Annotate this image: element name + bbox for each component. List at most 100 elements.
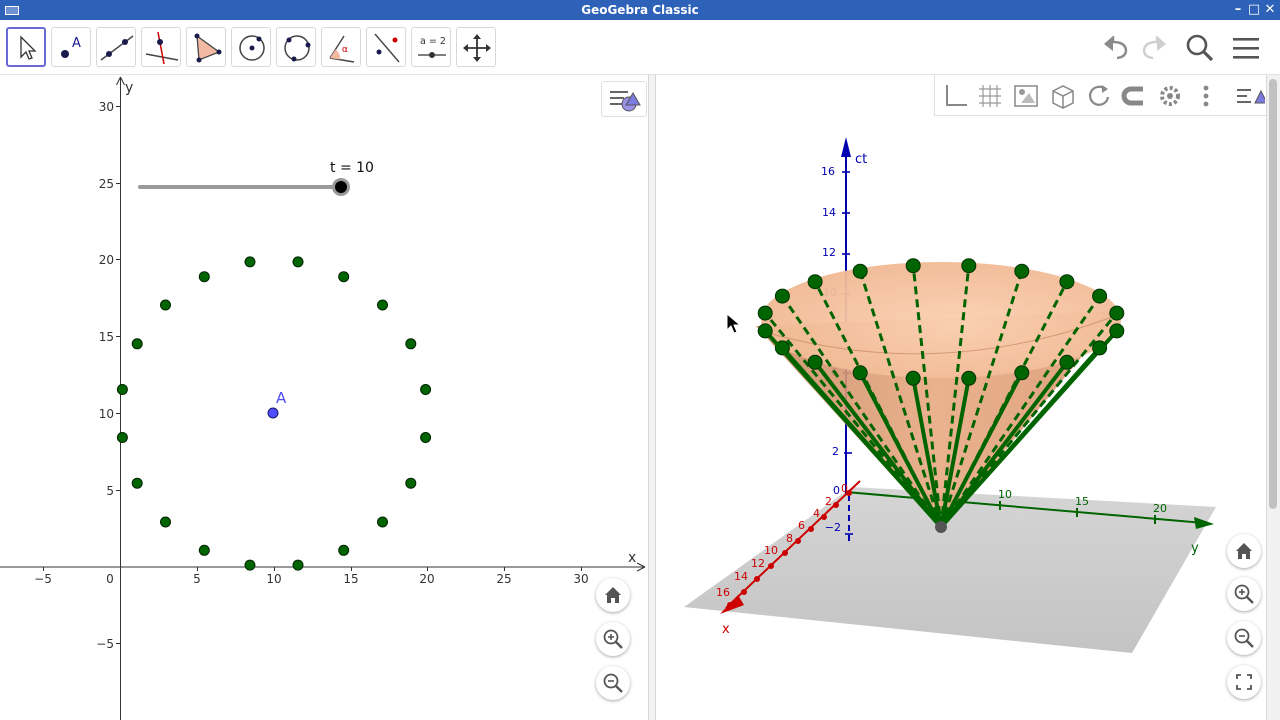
cone-rim-point[interactable]: [807, 354, 823, 370]
home-icon: [1236, 543, 1252, 559]
circle-point[interactable]: [405, 338, 417, 350]
circle-point[interactable]: [131, 477, 143, 489]
move-tool-icon: [20, 35, 37, 60]
cone-rim-point[interactable]: [1092, 340, 1108, 356]
cone-rim-point[interactable]: [1109, 323, 1125, 339]
circle-point[interactable]: [160, 516, 171, 528]
x-tick-label: −5: [34, 572, 52, 586]
scrollbar-thumb[interactable]: [1269, 79, 1277, 509]
cone-rim-point[interactable]: [905, 370, 921, 386]
style-bar-toggle-icon[interactable]: [1235, 81, 1265, 111]
circle-point[interactable]: [377, 516, 388, 528]
style-bar-toggle-2d[interactable]: [601, 81, 647, 117]
tool-line[interactable]: [96, 27, 136, 67]
fullscreen-button-3d[interactable]: [1227, 665, 1261, 699]
cone-apex-point[interactable]: [935, 521, 947, 533]
zoom-in-button-3d[interactable]: [1227, 577, 1261, 611]
circle-point[interactable]: [338, 271, 350, 283]
tool-circle-three-points[interactable]: [276, 27, 316, 67]
tool-polygon[interactable]: [186, 27, 226, 67]
vertical-scrollbar[interactable]: [1266, 75, 1280, 720]
tool-point[interactable]: A: [51, 27, 91, 67]
cone-rim-point[interactable]: [961, 258, 977, 274]
main-menu-button[interactable]: [1230, 31, 1264, 65]
circle-point[interactable]: [377, 299, 388, 311]
zoom-out-button-3d[interactable]: [1227, 621, 1261, 655]
maximize-button[interactable]: □: [1246, 1, 1262, 19]
home-button-3d[interactable]: [1227, 534, 1261, 568]
cone-rim-point[interactable]: [807, 274, 823, 290]
circle-point[interactable]: [198, 544, 210, 556]
undo-button[interactable]: [1099, 31, 1133, 65]
rotate-view-icon[interactable]: [1083, 81, 1113, 111]
x-axis-3d-label: x: [722, 622, 730, 637]
cone-rim-point[interactable]: [961, 370, 977, 386]
graphics-view-2d[interactable]: x y −5 0 5 10 15 20 25 30 30 25 20 15 10…: [0, 75, 650, 720]
zoom-out-button-2d[interactable]: [596, 666, 630, 700]
circle-point[interactable]: [338, 544, 350, 556]
circle-point[interactable]: [292, 559, 304, 571]
point-tool-icon: A: [61, 36, 81, 58]
circle-point[interactable]: [160, 299, 171, 311]
cone-rim-point[interactable]: [757, 323, 773, 339]
graphics-3d-canvas[interactable]: ct 16 14 12 10 8 6 2 0 −2 y 10 15 20: [656, 75, 1266, 720]
tool-slider[interactable]: a = 2: [411, 27, 451, 67]
circle-point[interactable]: [405, 477, 417, 489]
cone-rim-point[interactable]: [1059, 274, 1075, 290]
cone-rim-point[interactable]: [774, 288, 790, 304]
y-tick-label: 20: [99, 253, 114, 267]
home-button-2d[interactable]: [596, 578, 630, 612]
tool-move[interactable]: [6, 27, 46, 67]
circle-point[interactable]: [292, 256, 304, 268]
slider-label: t = 10: [330, 160, 374, 176]
cone-rim-point[interactable]: [1059, 354, 1075, 370]
axes-toggle-icon[interactable]: [939, 81, 969, 111]
main-toolbar: A α a = 2: [0, 20, 1280, 75]
graphics-view-3d[interactable]: ct 16 14 12 10 8 6 2 0 −2 y 10 15 20: [656, 75, 1266, 720]
circle-point[interactable]: [244, 559, 256, 571]
circle-point[interactable]: [244, 256, 256, 268]
cone-rim-point[interactable]: [852, 365, 868, 381]
zoom-in-button-2d[interactable]: [596, 622, 630, 656]
tool-move-graphics[interactable]: [456, 27, 496, 67]
circle-point[interactable]: [116, 384, 128, 395]
tool-angle[interactable]: α: [321, 27, 361, 67]
point-a[interactable]: [267, 407, 279, 419]
cone-rim-point[interactable]: [1014, 365, 1030, 381]
redo-button[interactable]: [1137, 31, 1171, 65]
circle-point[interactable]: [420, 432, 432, 443]
line-tool-icon: [100, 35, 134, 61]
tool-circle-center[interactable]: [231, 27, 271, 67]
slider-t[interactable]: t = 10: [138, 160, 374, 196]
cone-rim-point[interactable]: [1109, 305, 1125, 321]
cone-rim-point[interactable]: [905, 258, 921, 274]
search-button[interactable]: [1182, 31, 1216, 65]
tool-reflect[interactable]: [366, 27, 406, 67]
cone-rim-point[interactable]: [757, 305, 773, 321]
graphics-canvas[interactable]: x y −5 0 5 10 15 20 25 30 30 25 20 15 10…: [0, 75, 650, 720]
circle-point[interactable]: [116, 432, 128, 443]
x-tick-marks: [43, 567, 582, 571]
cone-rim-point[interactable]: [1014, 263, 1030, 279]
circle-point[interactable]: [131, 338, 143, 350]
close-button[interactable]: ✕: [1262, 1, 1278, 19]
search-icon: [1186, 34, 1214, 62]
tool-perpendicular[interactable]: [141, 27, 181, 67]
clipping-magnet-icon[interactable]: [1119, 81, 1149, 111]
plane-toggle-icon[interactable]: [1011, 81, 1041, 111]
cone-rim-point[interactable]: [852, 263, 868, 279]
x-tick-label: 30: [573, 572, 588, 586]
settings-gear-icon[interactable]: [1155, 81, 1185, 111]
cone-rim-point[interactable]: [1092, 288, 1108, 304]
window-titlebar: GeoGebra Classic – □ ✕: [0, 0, 1280, 20]
slider-knob[interactable]: [335, 181, 347, 193]
zoom-out-icon: [1234, 628, 1254, 648]
grid-toggle-icon[interactable]: [975, 81, 1005, 111]
circle-point[interactable]: [198, 271, 210, 283]
circle-point[interactable]: [420, 384, 432, 395]
minimize-button[interactable]: –: [1230, 1, 1246, 19]
x-tick-label: 20: [419, 572, 434, 586]
projection-cube-icon[interactable]: [1047, 81, 1077, 111]
more-options-icon[interactable]: [1191, 81, 1221, 111]
view-divider[interactable]: [648, 75, 656, 720]
